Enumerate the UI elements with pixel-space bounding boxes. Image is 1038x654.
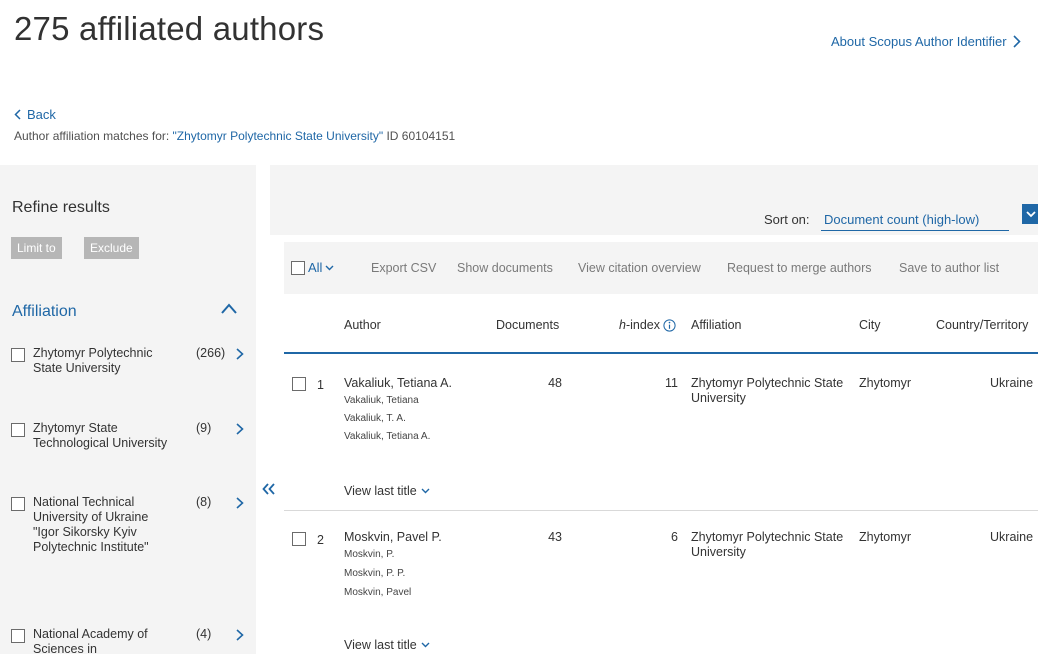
about-link-label: About Scopus Author Identifier: [831, 34, 1007, 49]
select-all-label: All: [308, 260, 323, 275]
facet-checkbox[interactable]: [11, 423, 25, 437]
h-index-label: h-index: [619, 318, 660, 332]
exclude-button[interactable]: Exclude: [84, 237, 139, 259]
h-index-value: 11: [665, 376, 678, 390]
column-header-city[interactable]: City: [859, 318, 881, 332]
facet-count: (266): [196, 346, 226, 360]
facet-label: Zhytomyr Polytechnic State University: [33, 346, 153, 375]
affiliation-link[interactable]: Zhytomyr Polytechnic State University: [691, 376, 856, 406]
row-number: 1: [317, 378, 324, 392]
documents-count-link[interactable]: 48: [520, 376, 562, 390]
limit-to-button[interactable]: Limit to: [11, 237, 62, 259]
page-title: 275 affiliated authors: [14, 10, 325, 47]
chevron-right-icon[interactable]: [235, 629, 245, 641]
h-index-value: 6: [671, 530, 678, 544]
export-csv-button[interactable]: Export CSV: [371, 261, 436, 275]
request-merge-button[interactable]: Request to merge authors: [727, 261, 872, 275]
info-icon[interactable]: [663, 318, 676, 332]
column-header-affiliation[interactable]: Affiliation: [691, 318, 742, 332]
refine-results-title: Refine results: [12, 199, 110, 216]
view-last-title-label: View last title: [344, 484, 417, 498]
author-alias: Vakaliuk, T. A.: [344, 413, 406, 424]
facet-checkbox[interactable]: [11, 629, 25, 643]
row-number: 2: [317, 533, 324, 547]
facet-count: (4): [196, 627, 212, 641]
sort-underline: [821, 230, 1009, 231]
facet-checkbox[interactable]: [11, 348, 25, 362]
facet-item: National Academy of Sciences in (4): [11, 627, 246, 654]
author-alias: Moskvin, P.: [344, 549, 395, 560]
view-citation-overview-button[interactable]: View citation overview: [578, 261, 701, 275]
author-alias: Moskvin, Pavel: [344, 587, 412, 598]
facet-label: National Technical University of Ukraine…: [33, 495, 149, 554]
view-last-title-toggle[interactable]: View last title: [344, 484, 430, 498]
author-alias: Vakaliuk, Tetiana A.: [344, 431, 431, 442]
column-header-country[interactable]: Country/Territory: [936, 318, 1028, 332]
facet-count: (8): [196, 495, 212, 509]
affiliation-match-line: Author affiliation matches for: "Zhytomy…: [14, 129, 455, 143]
about-author-identifier-link[interactable]: About Scopus Author Identifier: [831, 34, 1021, 49]
row-divider: [284, 510, 1038, 511]
city-value: Zhytomyr: [859, 530, 912, 544]
chevron-right-icon[interactable]: [235, 497, 245, 509]
sort-dropdown-toggle[interactable]: [1022, 204, 1038, 224]
match-prefix: Author affiliation matches for:: [14, 129, 173, 143]
sort-label: Sort on:: [764, 212, 810, 227]
chevron-left-icon: [14, 109, 21, 120]
select-all-dropdown[interactable]: All: [308, 260, 334, 275]
match-id: ID 60104151: [383, 129, 456, 143]
chevron-down-icon: [421, 488, 430, 494]
city-value: Zhytomyr: [859, 376, 912, 390]
author-alias: Moskvin, P. P.: [344, 568, 406, 579]
author-name-link[interactable]: Vakaliuk, Tetiana A.: [344, 376, 452, 390]
affiliation-link[interactable]: Zhytomyr Polytechnic State University: [691, 530, 856, 560]
facet-checkbox[interactable]: [11, 497, 25, 511]
back-label: Back: [27, 107, 56, 122]
row-checkbox[interactable]: [292, 532, 306, 546]
chevron-down-icon: [325, 265, 334, 270]
select-all-checkbox[interactable]: [291, 261, 305, 275]
facet-label: National Academy of Sciences in: [33, 627, 148, 654]
view-last-title-toggle[interactable]: View last title: [344, 638, 430, 652]
back-link[interactable]: Back: [14, 107, 56, 122]
show-documents-button[interactable]: Show documents: [457, 261, 553, 275]
column-header-author[interactable]: Author: [344, 318, 381, 332]
facet-count: (9): [196, 421, 212, 435]
facet-item: Zhytomyr Polytechnic State University (2…: [11, 346, 246, 396]
chevron-down-icon: [421, 642, 430, 648]
sort-select[interactable]: Document count (high-low): [824, 212, 979, 227]
chevron-right-icon[interactable]: [235, 423, 245, 435]
facet-label: Zhytomyr State Technological University: [33, 421, 168, 450]
country-value: Ukraine: [990, 376, 1034, 390]
match-query-link[interactable]: "Zhytomyr Polytechnic State University": [173, 129, 384, 143]
chevron-down-icon: [1026, 211, 1036, 218]
table-header-divider: [284, 352, 1038, 354]
collapse-sidebar-icon[interactable]: [262, 483, 276, 495]
facet-item: National Technical University of Ukraine…: [11, 495, 246, 595]
facet-item: Zhytomyr State Technological University …: [11, 421, 246, 471]
row-checkbox[interactable]: [292, 377, 306, 391]
author-name-link[interactable]: Moskvin, Pavel P.: [344, 530, 442, 544]
chevron-right-icon[interactable]: [235, 348, 245, 360]
save-to-author-list-button[interactable]: Save to author list: [899, 261, 999, 275]
view-last-title-label: View last title: [344, 638, 417, 652]
chevron-right-icon: [1013, 35, 1021, 48]
author-alias: Vakaliuk, Tetiana: [344, 395, 419, 406]
affiliation-facet-title[interactable]: Affiliation: [12, 303, 77, 321]
country-value: Ukraine: [990, 530, 1034, 544]
column-header-documents[interactable]: Documents: [496, 318, 559, 332]
documents-count-link[interactable]: 43: [520, 530, 562, 544]
column-header-h-index[interactable]: h-index: [619, 318, 676, 332]
chevron-up-icon[interactable]: [219, 301, 239, 317]
